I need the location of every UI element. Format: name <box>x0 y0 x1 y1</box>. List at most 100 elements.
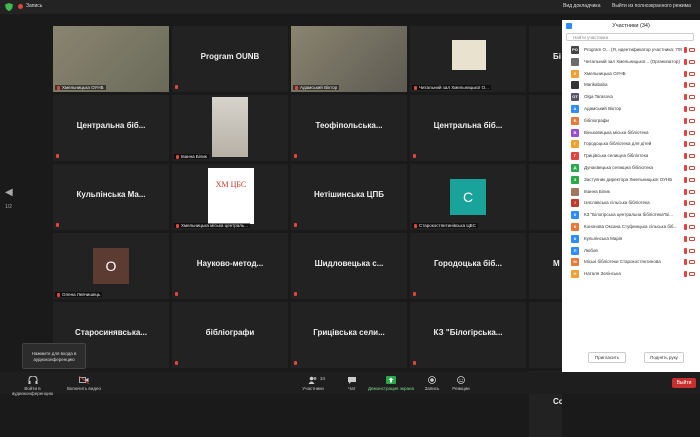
participant-search-input[interactable]: Найти участника <box>566 33 694 41</box>
video-tile[interactable]: бібліографи <box>172 302 288 368</box>
video-tile[interactable]: Program OUNB <box>172 26 288 92</box>
tile-name: Грицівська сели... <box>313 328 385 337</box>
participant-row[interactable]: Х Хмельницька ОУНБ <box>562 68 700 80</box>
video-tile[interactable]: Кульпінська Ма... <box>53 164 169 230</box>
participant-row[interactable]: Marikababa <box>562 79 700 91</box>
avatar: Д <box>571 164 579 172</box>
participant-name: Olga Tarasova <box>584 94 613 100</box>
participant-row[interactable]: Д Дунаєвецька селищна бібліотека <box>562 162 700 174</box>
participant-row[interactable]: К Кульпінська Марія <box>562 233 700 245</box>
video-tile[interactable]: Центральна біб... <box>53 95 169 161</box>
participant-name: Кононова Оксана Стуфницька сільська біб.… <box>584 224 678 229</box>
video-tile[interactable]: Городоцька біб... <box>410 233 526 299</box>
video-tile[interactable]: Грицівська сели... <box>291 302 407 368</box>
participant-name: Заступник директора Хмельницької ОУНБ <box>584 176 673 182</box>
participant-row[interactable]: Іванна Білик <box>562 186 700 198</box>
participant-row[interactable]: К КЗ "Білогірська центральна бібліотека"Б… <box>562 209 700 221</box>
raise-hand-button[interactable]: Поднять руку <box>644 352 684 363</box>
avatar: Х <box>571 69 579 78</box>
participant-row[interactable]: Читальний зал Хмельницької... (Организат… <box>562 56 700 68</box>
participant-row[interactable]: І Ізяславська сільська бібліотека <box>562 197 700 209</box>
participant-row[interactable]: OT Olga Tarasova <box>562 91 700 103</box>
mic-muted-icon <box>684 235 687 242</box>
video-tile[interactable]: Шидловецька с... <box>291 233 407 299</box>
participant-name: Городоцька бібліотека для дітей <box>584 141 652 147</box>
video-tile-partial[interactable] <box>529 164 562 230</box>
tile-name: М <box>553 259 560 268</box>
participant-row[interactable]: Н Наталя Зелінська <box>562 268 700 280</box>
mic-muted-icon <box>684 141 687 148</box>
page-number: 1/2 <box>5 204 12 210</box>
participant-row[interactable]: Ббібліографи <box>562 115 700 127</box>
participants-panel: Участники (34) Найти участника PO Program… <box>562 20 700 372</box>
participant-name: Дунаєвецька селищна бібліотека <box>584 165 654 170</box>
record-button[interactable]: Запись <box>422 376 442 391</box>
video-tile-partial[interactable] <box>529 95 562 161</box>
leave-meeting-button[interactable]: Выйти <box>672 378 696 388</box>
video-tile-partial[interactable]: М <box>529 233 562 299</box>
participant-row[interactable]: Л Любов <box>562 245 700 257</box>
participant-name: Хмельницька ОУНБ <box>584 70 626 76</box>
video-tile[interactable]: О Олена Левчишець <box>53 233 169 299</box>
video-tile[interactable]: Читальний зал Хмельницької О... <box>410 26 526 92</box>
meeting-toolbar: Войти в аудиоконференцию Включить видео … <box>0 372 700 396</box>
exit-fullscreen-button[interactable]: Выйти из полноэкранного режима <box>612 3 691 9</box>
mic-muted-icon <box>684 94 687 101</box>
camera-off-icon <box>689 142 695 147</box>
share-screen-icon <box>386 376 396 384</box>
page-prev-arrow[interactable]: ◀ <box>5 187 13 198</box>
video-tile[interactable]: Хмельницька ОУНБ <box>53 26 169 92</box>
mic-muted-icon <box>414 223 417 228</box>
mic-muted-icon <box>684 224 687 230</box>
record-indicator[interactable]: Запись <box>18 3 42 9</box>
record-dot-icon <box>18 3 23 9</box>
participant-row[interactable]: К Кононова Оксана Стуфницька сільська біб… <box>562 221 700 233</box>
participant-row[interactable]: М Міські бібліотеки Старокостянтинова <box>562 256 700 268</box>
participant-row[interactable]: Г Грицівська селищна бібліотека <box>562 150 700 162</box>
video-tile[interactable]: Адамський Віктор <box>291 26 407 92</box>
camera-off-icon <box>689 166 695 170</box>
participant-row[interactable]: Г Городоцька бібліотека для дітей <box>562 138 700 150</box>
mic-muted-icon <box>175 292 178 296</box>
video-tile[interactable]: Науково-метод... <box>172 233 288 299</box>
tile-name: Бі <box>553 52 561 61</box>
participant-row[interactable]: В Віньковецька міська бібліотека <box>562 127 700 139</box>
camera-off-icon <box>689 154 695 159</box>
video-tile[interactable]: Теофіпольська... <box>291 95 407 161</box>
shield-icon[interactable] <box>5 3 13 11</box>
invite-button[interactable]: Пригласить <box>588 352 626 363</box>
avatar: Г <box>571 140 579 149</box>
video-thumbnail: ХМ ЦБС <box>208 168 254 224</box>
avatar <box>571 187 579 196</box>
participant-label: Хмельницька ОУНБ <box>55 85 106 90</box>
mic-muted-icon <box>57 292 60 297</box>
participant-label: Адамський Віктор <box>293 85 340 90</box>
video-tile[interactable]: С Старокостянтинівська ЦБС <box>410 164 526 230</box>
participant-row[interactable]: PO Program O... (Я, идентификатор участни… <box>562 44 700 56</box>
tile-name: Кульпінська Ма... <box>76 190 146 199</box>
video-tile[interactable]: ХМ ЦБС Хмельницька міська централь... <box>172 164 288 230</box>
video-thumbnail <box>53 26 169 92</box>
reactions-button[interactable]: Реакции <box>450 376 472 391</box>
avatar: І <box>571 199 579 208</box>
participant-row[interactable]: А Адамський Віктор <box>562 103 700 115</box>
video-tile[interactable]: Іванна Білик <box>172 95 288 161</box>
mic-muted-icon <box>56 154 59 158</box>
smile-icon <box>457 376 465 384</box>
video-tile[interactable]: КЗ "Білогірська... <box>410 302 526 368</box>
mic-muted-icon <box>684 153 687 160</box>
speaker-view-button[interactable]: Вид докладчика <box>563 3 600 9</box>
video-tile[interactable]: Нетішинська ЦПБ <box>291 164 407 230</box>
mic-muted-icon <box>294 154 297 158</box>
video-tile-partial[interactable]: Бі <box>529 26 562 92</box>
top-bar: Запись Вид докладчика Выйти из полноэкра… <box>0 0 700 14</box>
participants-button[interactable]: Участники 34 <box>300 376 326 391</box>
mic-muted-icon <box>414 85 417 90</box>
video-tile[interactable]: Центральна біб... <box>410 95 526 161</box>
video-tile-partial[interactable] <box>529 302 562 368</box>
join-audio-button[interactable]: Войти в аудиоконференцию <box>5 376 60 396</box>
participant-row[interactable]: З Заступник директора Хмельницької ОУНБ <box>562 174 700 186</box>
start-video-button[interactable]: Включить видео <box>64 376 104 391</box>
share-screen-button[interactable]: Демонстрация экрана <box>368 376 414 391</box>
chat-button[interactable]: Чат <box>342 376 362 391</box>
